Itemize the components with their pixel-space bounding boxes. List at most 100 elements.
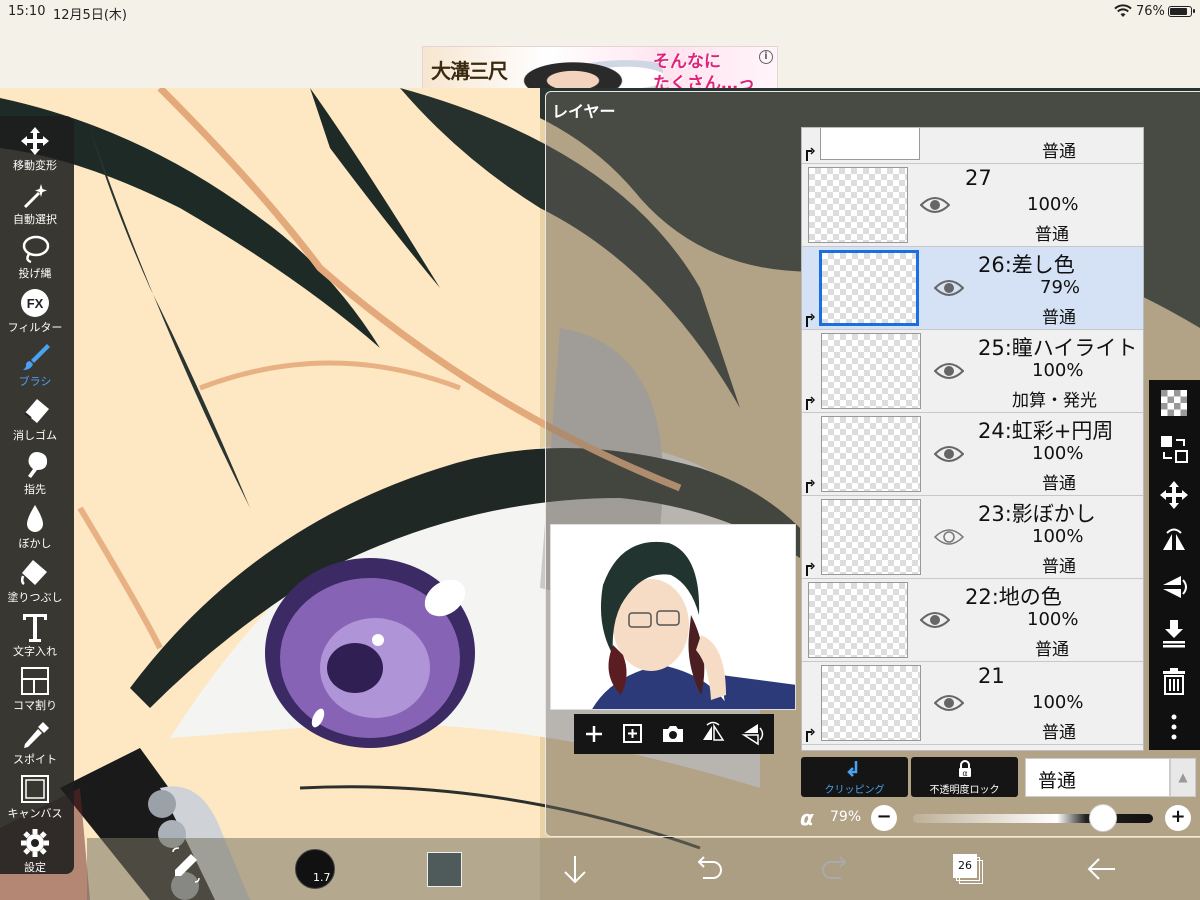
layer-row-selected[interactable]: 26:差し色 79% 普通 [802, 247, 1143, 330]
tool-label: 塗りつぶし [7, 591, 63, 604]
ad-info-icon[interactable]: i [759, 50, 773, 64]
opacity-lock-button[interactable]: α 不透明度ロック [911, 757, 1018, 797]
tool-text[interactable]: 文字入れ [0, 608, 70, 661]
opacity-lock-label: 不透明度ロック [929, 785, 1000, 796]
new-transparent-layer-icon[interactable] [1159, 388, 1189, 418]
tool-filter[interactable]: FX フィルター [0, 284, 70, 337]
layer-row[interactable]: 21 100% 普通 [802, 662, 1143, 745]
flip-horizontal-icon[interactable] [1159, 526, 1189, 556]
layer-row[interactable]: 25:瞳ハイライト 100% 加算・発光 [802, 330, 1143, 413]
layer-row[interactable]: 27 100% 普通 [802, 164, 1143, 247]
arrow-down-icon[interactable] [557, 838, 593, 900]
layer-thumbnail [821, 499, 921, 575]
layer-thumbnail [821, 665, 921, 741]
clipping-button[interactable]: クリッピング [801, 757, 908, 797]
layer-list[interactable]: 普通 27 100% 普通 26:差し色 79% 普通 25:瞳ハイライト 10… [801, 127, 1144, 751]
preview-thumbnail [592, 541, 795, 709]
redo-icon[interactable] [819, 838, 855, 900]
camera-icon[interactable] [659, 720, 687, 748]
layer-name: 24:虹彩+円周 [978, 419, 1114, 443]
tool-settings[interactable]: 設定 [0, 824, 70, 877]
eye-hidden-icon[interactable] [934, 527, 964, 547]
layer-opacity: 100% [1027, 609, 1079, 630]
flip-h-icon[interactable] [699, 720, 727, 748]
move-layer-icon[interactable] [1159, 480, 1189, 510]
tool-label: 投げ縄 [18, 267, 52, 280]
eye-icon[interactable] [920, 610, 950, 630]
svg-text:FX: FX [27, 296, 44, 311]
color-swatch[interactable] [427, 852, 462, 887]
layer-name: 22:地の色 [965, 585, 1062, 609]
status-time: 15:10 [8, 4, 46, 19]
tool-smudge[interactable]: 指先 [0, 446, 70, 499]
tool-fill[interactable]: 塗りつぶし [0, 554, 70, 607]
gear-icon [21, 829, 49, 857]
eye-icon[interactable] [920, 195, 950, 215]
fill-bucket-icon [20, 560, 47, 586]
layer-thumbnail [821, 333, 921, 409]
more-vertical-icon[interactable] [1159, 712, 1189, 742]
clipping-label: クリッピング [824, 785, 885, 796]
ad-band: 大溝三尺 そんなに たくさん…っ i [0, 24, 1200, 102]
layer-row[interactable]: 24:虹彩+円周 100% 普通 [802, 413, 1143, 496]
back-arrow-icon[interactable] [1083, 838, 1119, 900]
add-layer-icon[interactable] [580, 720, 608, 748]
undo-icon[interactable] [689, 838, 725, 900]
layer-row[interactable]: 23:影ぼかし 100% 普通 [802, 496, 1143, 579]
tool-sidebar: 移動変形 自動選択 投げ縄 FX フィルター ブラシ 消しゴム 指先 ぼかし 塗… [0, 116, 74, 874]
tool-blur[interactable]: ぼかし [0, 500, 70, 553]
lock-icon: α [959, 760, 971, 778]
pen-swap-icon[interactable] [165, 838, 205, 900]
brush-size-button[interactable]: 1.7 [295, 849, 335, 889]
opacity-plus-button[interactable]: + [1165, 805, 1191, 831]
tool-frame[interactable]: コマ割り [0, 662, 70, 715]
tool-canvas[interactable]: キャンバス [0, 770, 70, 823]
layer-opacity: 100% [1032, 360, 1084, 381]
opacity-slider[interactable] [913, 814, 1153, 823]
eye-icon[interactable] [934, 444, 964, 464]
svg-text:α: α [962, 769, 967, 778]
battery-icon [1168, 6, 1195, 17]
tool-eraser[interactable]: 消しゴム [0, 392, 70, 445]
trash-icon[interactable] [1159, 666, 1189, 696]
layer-blend: 普通 [1035, 640, 1069, 660]
eye-icon[interactable] [934, 361, 964, 381]
layer-row[interactable]: 22:地の色 100% 普通 [802, 579, 1143, 662]
tool-label: フィルター [7, 321, 63, 334]
eye-icon[interactable] [934, 278, 964, 298]
tool-lasso[interactable]: 投げ縄 [0, 230, 70, 283]
blend-mode-select[interactable]: 普通 [1025, 758, 1170, 797]
ad-catch-line1: そんなに [653, 52, 721, 72]
flip-v-icon[interactable] [738, 720, 766, 748]
layer-count-value: 26 [953, 854, 977, 878]
tool-eyedropper[interactable]: スポイト [0, 716, 70, 769]
blend-mode-arrow-icon[interactable]: ▲ [1170, 758, 1196, 797]
tool-brush[interactable]: ブラシ [0, 338, 70, 391]
layer-thumbnail [821, 416, 921, 492]
canvas-preview[interactable] [550, 524, 796, 710]
layer-count-button[interactable]: 26 [953, 854, 983, 884]
tool-label: 文字入れ [13, 645, 57, 658]
eye-icon[interactable] [934, 693, 964, 713]
status-bar: 15:10 12月5日(木) 76% [0, 0, 1200, 24]
clipping-arrow-icon [806, 313, 815, 327]
canvas-icon [21, 775, 49, 803]
clipping-arrow-icon [806, 728, 815, 742]
swap-layer-icon[interactable] [1159, 434, 1189, 464]
layer-opacity: 100% [1027, 194, 1079, 215]
alpha-value: 79% [830, 809, 862, 825]
layer-opacity: 100% [1032, 692, 1084, 713]
opacity-slider-knob[interactable] [1088, 804, 1117, 832]
tool-magic-wand[interactable]: 自動選択 [0, 176, 70, 229]
layer-row-partial[interactable]: 普通 [802, 128, 1143, 164]
tool-label: スポイト [13, 753, 57, 766]
add-layer-copy-icon[interactable] [619, 720, 647, 748]
layer-blend: 普通 [1042, 557, 1076, 577]
merge-down-icon[interactable] [1159, 618, 1189, 648]
layer-opacity: 79% [1040, 277, 1081, 298]
tool-move[interactable]: 移動変形 [0, 122, 70, 175]
opacity-minus-button[interactable]: − [871, 805, 897, 831]
layer-panel: レイヤー 普通 27 100% 普通 26:差し色 79% 普通 25:瞳ハイラ… [545, 91, 1200, 837]
flip-vertical-icon[interactable] [1159, 572, 1189, 602]
tool-label: キャンバス [7, 807, 63, 820]
